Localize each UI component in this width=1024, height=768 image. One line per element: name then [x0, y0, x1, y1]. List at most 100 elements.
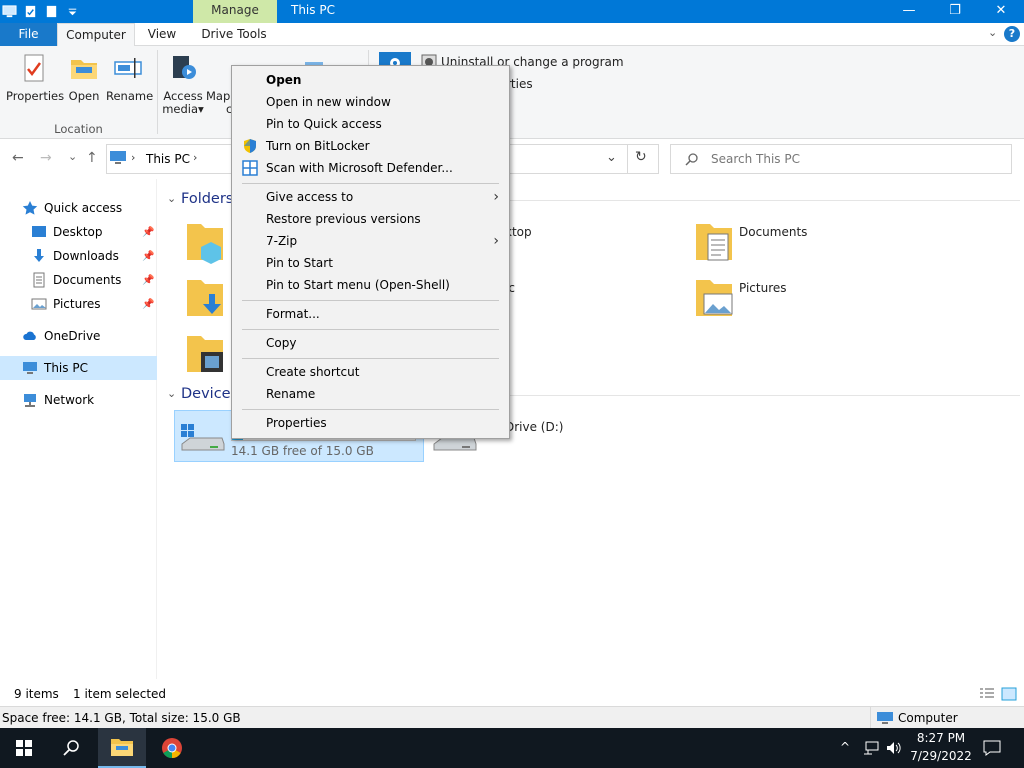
menu-separator: [242, 358, 499, 359]
recent-locations-dropdown[interactable]: ⌄: [68, 150, 77, 163]
address-separator[interactable]: ›: [131, 151, 135, 164]
file-explorer-taskbar-button[interactable]: [98, 728, 146, 768]
volume-icon[interactable]: [885, 740, 903, 756]
devices-section-header[interactable]: Devices: [181, 386, 238, 402]
large-icons-view-icon[interactable]: [1001, 687, 1017, 701]
close-button[interactable]: ✕: [978, 0, 1024, 23]
clock-date[interactable]: 7/29/2022: [908, 749, 974, 763]
show-hidden-icons-chevron[interactable]: ^: [840, 740, 850, 754]
network-icon: [24, 394, 36, 407]
menu-7zip[interactable]: 7-Zip ›: [232, 230, 509, 252]
help-icon[interactable]: ?: [1004, 26, 1020, 42]
folders-collapse-chevron-icon[interactable]: ⌄: [167, 192, 176, 205]
documents-folder-label[interactable]: Documents: [739, 225, 807, 239]
menu-scan-defender[interactable]: Scan with Microsoft Defender...: [232, 157, 509, 179]
notifications-icon[interactable]: [983, 740, 1001, 756]
forward-button[interactable]: →: [40, 150, 52, 166]
menu-properties[interactable]: Properties: [232, 412, 509, 434]
back-button[interactable]: ←: [12, 150, 24, 166]
devices-section-line: [510, 395, 1020, 396]
refresh-button[interactable]: ↻: [635, 149, 647, 165]
breadcrumb-this-pc[interactable]: This PC: [146, 152, 190, 166]
menu-turn-on-bitlocker[interactable]: Turn on BitLocker: [232, 135, 509, 157]
network-tray-icon[interactable]: [862, 740, 880, 756]
nav-pictures[interactable]: Pictures 📌: [0, 292, 157, 316]
menu-format[interactable]: Format...: [232, 303, 509, 325]
start-button[interactable]: [0, 728, 48, 768]
breadcrumb-chevron[interactable]: ›: [193, 151, 197, 164]
menu-open-new-window[interactable]: Open in new window: [232, 91, 509, 113]
pictures-folder-label[interactable]: Pictures: [739, 281, 787, 295]
videos-folder-icon[interactable]: [185, 332, 225, 376]
pin-icon[interactable]: 📌: [142, 275, 154, 286]
new-folder-qat-icon[interactable]: [44, 4, 59, 19]
maximize-button[interactable]: ❐: [932, 0, 978, 23]
minimize-button[interactable]: —: [886, 0, 932, 23]
pin-icon[interactable]: 📌: [142, 251, 154, 262]
context-menu: Open Open in new window Pin to Quick acc…: [231, 65, 510, 439]
nav-this-pc-label: This PC: [44, 361, 88, 375]
open-folder-icon: [71, 60, 97, 79]
up-button[interactable]: ↑: [86, 150, 98, 166]
menu-pin-quick-access[interactable]: Pin to Quick access: [232, 113, 509, 135]
nav-network-label: Network: [44, 393, 95, 407]
devices-collapse-chevron-icon[interactable]: ⌄: [167, 387, 176, 400]
nav-onedrive[interactable]: OneDrive: [0, 324, 157, 348]
menu-pin-start-open-shell[interactable]: Pin to Start menu (Open-Shell): [232, 274, 509, 296]
menu-give-access[interactable]: Give access to ›: [232, 186, 509, 208]
this-pc-icon[interactable]: [2, 4, 17, 19]
menu-open[interactable]: Open: [232, 69, 509, 91]
search-input[interactable]: Search This PC: [711, 152, 800, 166]
submenu-arrow-icon: ›: [493, 233, 499, 249]
documents-folder-icon[interactable]: [694, 220, 734, 264]
search-taskbar-button[interactable]: [48, 728, 96, 768]
nav-this-pc[interactable]: This PC: [0, 356, 157, 380]
manage-contextual-tab[interactable]: Manage: [193, 0, 277, 23]
ribbon-group-separator: [157, 50, 158, 134]
nav-desktop[interactable]: Desktop 📌: [0, 220, 157, 244]
star-icon: [22, 201, 38, 215]
menu-give-access-label: Give access to: [266, 190, 354, 204]
downloads-folder-icon[interactable]: [185, 276, 225, 320]
open-label: Open: [68, 89, 100, 103]
nav-downloads[interactable]: Downloads 📌: [0, 244, 157, 268]
nav-quick-access[interactable]: Quick access: [0, 196, 157, 220]
menu-rename[interactable]: Rename: [232, 383, 509, 405]
3d-objects-folder-icon[interactable]: [185, 220, 225, 264]
uac-shield-icon: [244, 139, 256, 153]
rename-icon: [114, 58, 142, 78]
pin-icon[interactable]: 📌: [142, 299, 154, 310]
nav-documents[interactable]: Documents 📌: [0, 268, 157, 292]
tab-computer[interactable]: Computer: [57, 23, 135, 47]
title-bar: Manage This PC — ❐ ✕: [0, 0, 1024, 23]
tab-view[interactable]: View: [138, 23, 186, 46]
rename-button[interactable]: Rename: [106, 52, 153, 103]
menu-restore-previous-versions[interactable]: Restore previous versions: [232, 208, 509, 230]
chrome-taskbar-button[interactable]: [148, 728, 196, 768]
pin-icon[interactable]: 📌: [142, 227, 154, 238]
menu-copy[interactable]: Copy: [232, 332, 509, 354]
search-icon: [63, 740, 79, 756]
tab-file[interactable]: File: [0, 23, 57, 46]
menu-separator: [242, 409, 499, 410]
tab-drive-tools[interactable]: Drive Tools: [195, 23, 273, 46]
dvd-drive-label[interactable]: Drive (D:): [505, 420, 563, 434]
open-button[interactable]: Open: [66, 52, 102, 103]
folders-section-header[interactable]: Folders: [181, 191, 233, 207]
nav-network[interactable]: Network: [0, 388, 157, 412]
menu-create-shortcut[interactable]: Create shortcut: [232, 361, 509, 383]
map-network-drive-button[interactable]: Map c: [206, 52, 232, 116]
clock-time[interactable]: 8:27 PM: [912, 731, 970, 745]
details-view-icon[interactable]: [979, 687, 995, 701]
access-media-button[interactable]: Access media▾: [162, 52, 204, 116]
navigation-pane: Quick access Desktop 📌 Downloads 📌 Docum…: [0, 179, 157, 679]
address-dropdown-button[interactable]: ⌄: [606, 150, 617, 165]
menu-pin-to-start[interactable]: Pin to Start: [232, 252, 509, 274]
expand-ribbon-chevron-icon[interactable]: ⌄: [988, 26, 997, 39]
properties-button[interactable]: Properties: [6, 52, 64, 103]
properties-qat-icon[interactable]: [23, 4, 38, 19]
menu-defender-label: Scan with Microsoft Defender...: [266, 161, 453, 175]
pictures-folder-icon[interactable]: [694, 276, 734, 320]
taskbar: ^ 8:27 PM 7/29/2022: [0, 728, 1024, 768]
customize-qat-chevron-icon[interactable]: [65, 4, 80, 19]
